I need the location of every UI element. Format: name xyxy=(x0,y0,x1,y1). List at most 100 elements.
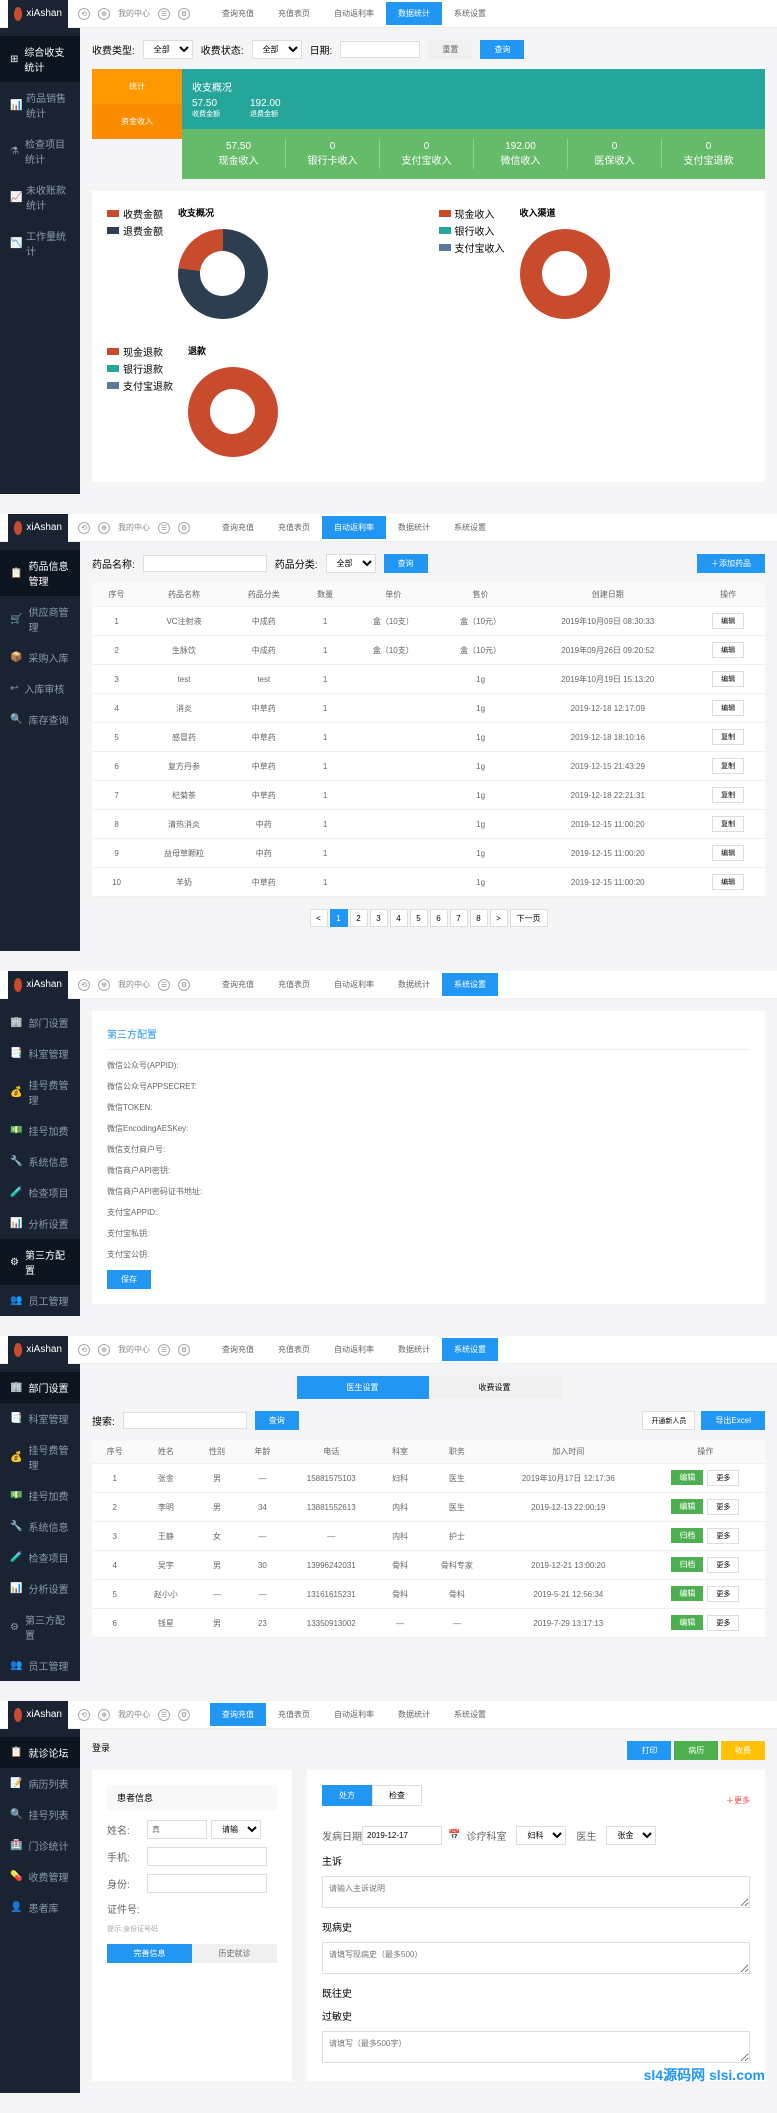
page-button[interactable]: 5 xyxy=(410,909,428,927)
page-button[interactable]: 4 xyxy=(390,909,408,927)
edit-button[interactable]: 编辑 xyxy=(671,1615,703,1630)
sidebar-item[interactable]: 📊分析设置 xyxy=(0,1573,80,1604)
sidebar-item[interactable]: 👤患者库 xyxy=(0,1892,80,1923)
side-purchase[interactable]: 📦采购入库 xyxy=(0,642,80,673)
page-button[interactable]: 7 xyxy=(450,909,468,927)
present-history-input[interactable] xyxy=(322,1942,750,1974)
complete-button[interactable]: 完善信息 xyxy=(107,1944,192,1963)
more-button[interactable]: 更多 xyxy=(707,1470,739,1486)
edit-button[interactable]: 编辑 xyxy=(712,700,744,716)
page-button[interactable]: 3 xyxy=(370,909,388,927)
doctor-tab[interactable]: 医生设置 xyxy=(297,1376,429,1399)
page-button[interactable]: < xyxy=(310,909,328,927)
sidebar-item[interactable]: ⚙第三方配置 xyxy=(0,1239,80,1285)
sidebar-item[interactable]: 💰挂号费管理 xyxy=(0,1434,80,1480)
sidebar-item[interactable]: 📑科室管理 xyxy=(0,1038,80,1069)
more-button[interactable]: 更多 xyxy=(707,1499,739,1515)
search-button[interactable]: 查询 xyxy=(255,1411,299,1430)
edit-button[interactable]: 编辑 xyxy=(671,1470,703,1485)
print-button[interactable]: 打印 xyxy=(627,1741,671,1760)
sidebar-item[interactable]: 🏢部门设置 xyxy=(0,1007,80,1038)
edit-button[interactable]: 编辑 xyxy=(712,613,744,629)
save-button[interactable]: 保存 xyxy=(107,1270,151,1289)
edit-button[interactable]: 编辑 xyxy=(712,642,744,658)
side-drug[interactable]: 📊药品销售统计 xyxy=(0,82,80,128)
drug-cat-select[interactable]: 全部 xyxy=(326,554,376,573)
sidebar-item[interactable]: 📝病历列表 xyxy=(0,1768,80,1799)
side-stats[interactable]: ⊞综合收支统计 xyxy=(0,36,80,82)
more-link[interactable]: ＋更多 xyxy=(726,1795,750,1806)
staff-search-input[interactable] xyxy=(123,1412,247,1429)
page-button[interactable]: 下一页 xyxy=(510,909,548,927)
dept-select[interactable]: 妇科 xyxy=(516,1826,566,1845)
sidebar-item[interactable]: ⚙第三方配置 xyxy=(0,1604,80,1650)
doctor-select[interactable]: 张金 xyxy=(606,1826,656,1845)
sidebar-item[interactable]: 🏢部门设置 xyxy=(0,1372,80,1403)
search-button[interactable]: 查询 xyxy=(384,554,428,573)
page-button[interactable]: 6 xyxy=(430,909,448,927)
edit-button[interactable]: 复制 xyxy=(712,787,744,803)
name-input[interactable] xyxy=(147,1820,207,1839)
fee-tab[interactable]: 收费设置 xyxy=(429,1376,561,1399)
add-icon[interactable]: ⊕ xyxy=(98,522,110,534)
more-button[interactable]: 更多 xyxy=(707,1615,739,1631)
sidebar-item[interactable]: 👥员工管理 xyxy=(0,1650,80,1681)
edit-button[interactable]: 编辑 xyxy=(671,1499,703,1514)
id-input[interactable] xyxy=(147,1874,267,1893)
date-input[interactable] xyxy=(340,41,420,58)
menu-icon[interactable]: ☰ xyxy=(158,522,170,534)
allergy-input[interactable] xyxy=(322,2031,750,2063)
sidebar-item[interactable]: 💰挂号费管理 xyxy=(0,1069,80,1115)
sidebar-item[interactable]: 🏥门诊统计 xyxy=(0,1830,80,1861)
sidebar-item[interactable]: 🔧系统信息 xyxy=(0,1146,80,1177)
fee-status-select[interactable]: 全部 xyxy=(252,40,302,59)
gender-select[interactable]: 请输入... xyxy=(211,1820,261,1839)
menu-icon[interactable]: ☰ xyxy=(158,8,170,20)
side-audit[interactable]: ↩入库审核 xyxy=(0,673,80,704)
add-staff-button[interactable]: 开通新人员 xyxy=(642,1411,695,1430)
edit-button[interactable]: 复制 xyxy=(712,816,744,832)
edit-button[interactable]: 编辑 xyxy=(712,845,744,861)
sidebar-item[interactable]: 📊分析设置 xyxy=(0,1208,80,1239)
refresh-icon[interactable]: ⟲ xyxy=(78,522,90,534)
phone-input[interactable] xyxy=(147,1847,267,1866)
edit-button[interactable]: 编辑 xyxy=(671,1586,703,1601)
page-button[interactable]: 1 xyxy=(330,909,348,927)
sidebar-item[interactable]: 🧪检查项目 xyxy=(0,1177,80,1208)
gear-icon[interactable]: ⚙ xyxy=(178,8,190,20)
tab-3[interactable]: 数据统计 xyxy=(386,2,442,25)
query-button[interactable]: 查询 xyxy=(480,40,524,59)
sidebar-item[interactable]: 📑科室管理 xyxy=(0,1403,80,1434)
add-drug-button[interactable]: ＋添加药品 xyxy=(697,554,765,573)
side-drug-info[interactable]: 📋药品信息管理 xyxy=(0,550,80,596)
side-supplier[interactable]: 🛒供应商管理 xyxy=(0,596,80,642)
drug-name-input[interactable] xyxy=(143,555,267,572)
edit-button[interactable]: 编辑 xyxy=(712,671,744,687)
chief-complaint-input[interactable] xyxy=(322,1876,750,1908)
sidebar-item[interactable]: 💊收费管理 xyxy=(0,1861,80,1892)
tab-0[interactable]: 查询充值 xyxy=(210,2,266,25)
sidebar-item[interactable]: 📋就诊论坛 xyxy=(0,1737,80,1768)
side-work[interactable]: 📉工作量统计 xyxy=(0,220,80,266)
exam-tab[interactable]: 检查 xyxy=(372,1785,422,1806)
reset-button[interactable]: 重置 xyxy=(428,40,472,59)
fee-type-select[interactable]: 全部 xyxy=(143,40,193,59)
page-button[interactable]: 8 xyxy=(470,909,488,927)
sidebar-item[interactable]: 👥员工管理 xyxy=(0,1285,80,1316)
calendar-icon[interactable]: 📅 xyxy=(448,1830,460,1841)
rx-tab[interactable]: 处方 xyxy=(322,1785,372,1806)
side-exam[interactable]: ⚗检查项目统计 xyxy=(0,128,80,174)
edit-button[interactable]: 编辑 xyxy=(712,874,744,890)
edit-button[interactable]: 复制 xyxy=(712,758,744,774)
page-button[interactable]: 2 xyxy=(350,909,368,927)
side-unpaid[interactable]: 📈未收账款统计 xyxy=(0,174,80,220)
gear-icon[interactable]: ⚙ xyxy=(178,522,190,534)
edit-button[interactable]: 归档 xyxy=(671,1557,703,1572)
sidebar-item[interactable]: 🔧系统信息 xyxy=(0,1511,80,1542)
edit-button[interactable]: 复制 xyxy=(712,729,744,745)
more-button[interactable]: 更多 xyxy=(707,1586,739,1602)
side-stock[interactable]: 🔍库存查询 xyxy=(0,704,80,735)
tab-1[interactable]: 充值表页 xyxy=(266,2,322,25)
add-icon[interactable]: ⊕ xyxy=(98,8,110,20)
page-button[interactable]: > xyxy=(490,909,508,927)
